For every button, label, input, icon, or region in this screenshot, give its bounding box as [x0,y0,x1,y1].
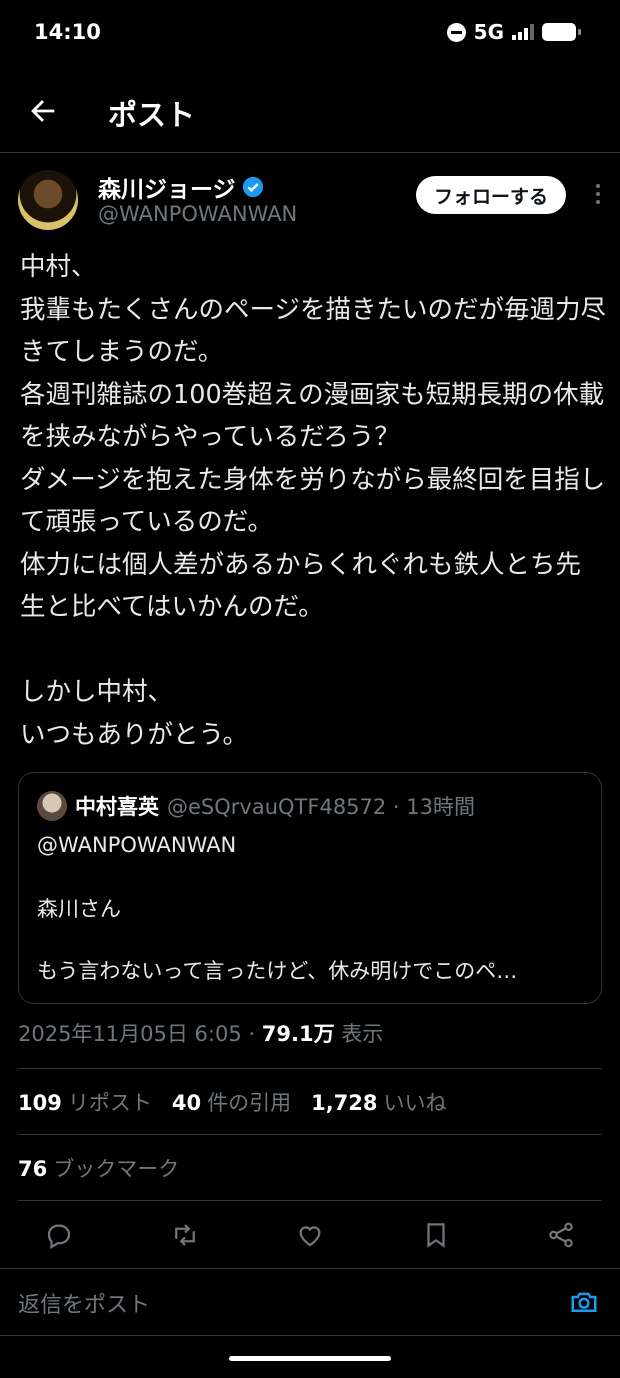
network-label: 5G [473,20,504,44]
like-icon[interactable] [295,1220,325,1250]
verified-badge-icon [242,176,263,198]
back-arrow-icon[interactable] [26,94,60,128]
status-indicators: 5G [446,20,581,44]
bookmark-stat[interactable]: 76 ブックマーク [18,1153,179,1183]
quoted-post-header: 中村喜英 @eSQrvauQTF48572 · 13時間 [37,791,475,821]
status-time: 14:10 [34,20,101,44]
like-stat[interactable]: 1,728 いいね [311,1087,446,1117]
bookmark-stats: 76 ブックマーク [18,1134,602,1201]
reply-icon[interactable] [44,1220,74,1250]
quoted-text-truncated: もう言わないって言ったけど、休み明けでこのペ… [37,959,518,983]
avatar[interactable] [18,170,78,230]
more-icon[interactable] [594,184,602,210]
quote-stat[interactable]: 40 件の引用 [172,1087,291,1117]
view-count: 79.1万 [261,1022,335,1046]
action-bar [18,1200,602,1268]
quoted-avatar [37,791,67,821]
home-indicator[interactable] [229,1356,391,1361]
do-not-disturb-icon [446,22,466,42]
post-meta: 2025年11月05日 6:05 · 79.1万 表示 [18,1018,383,1048]
share-icon[interactable] [546,1220,576,1250]
post-author: 森川ジョージ @WANPOWANWAN フォローする [18,170,602,234]
bookmark-icon[interactable] [421,1220,451,1250]
signal-icon [512,24,534,40]
author-name-row[interactable]: 森川ジョージ [98,170,264,204]
repost-icon[interactable] [170,1220,200,1250]
follow-button[interactable]: フォローする [415,176,566,214]
post-datetime[interactable]: 2025年11月05日 6:05 · [18,1022,262,1046]
author-name[interactable]: 森川ジョージ [98,170,236,204]
camera-icon[interactable] [568,1287,600,1317]
engagement-stats: 109 リポスト 40 件の引用 1,728 いいね [18,1068,602,1135]
author-handle[interactable]: @WANPOWANWAN [98,202,297,226]
reply-input[interactable]: 返信をポスト [18,1287,150,1319]
page-title: ポスト [108,98,196,132]
quoted-text: @WANPOWANWAN 森川さん [37,833,237,921]
repost-stat[interactable]: 109 リポスト [18,1087,152,1117]
battery-icon [542,23,581,41]
view-label: 表示 [334,1022,384,1046]
reply-composer[interactable]: 返信をポスト [0,1268,620,1336]
quoted-handle-time: @eSQrvauQTF48572 · 13時間 [167,795,476,819]
post-text: 中村、 我輩もたくさんのページを描きたいのだが毎週力尽きてしまうのだ。 各週刊雑… [20,252,606,750]
status-bar: 14:10 5G [0,0,620,68]
quoted-post[interactable]: 中村喜英 @eSQrvauQTF48572 · 13時間 @WANPOWANWA… [18,772,602,1004]
quoted-author-name: 中村喜英 [75,795,159,819]
top-bar: ポスト [0,80,620,153]
